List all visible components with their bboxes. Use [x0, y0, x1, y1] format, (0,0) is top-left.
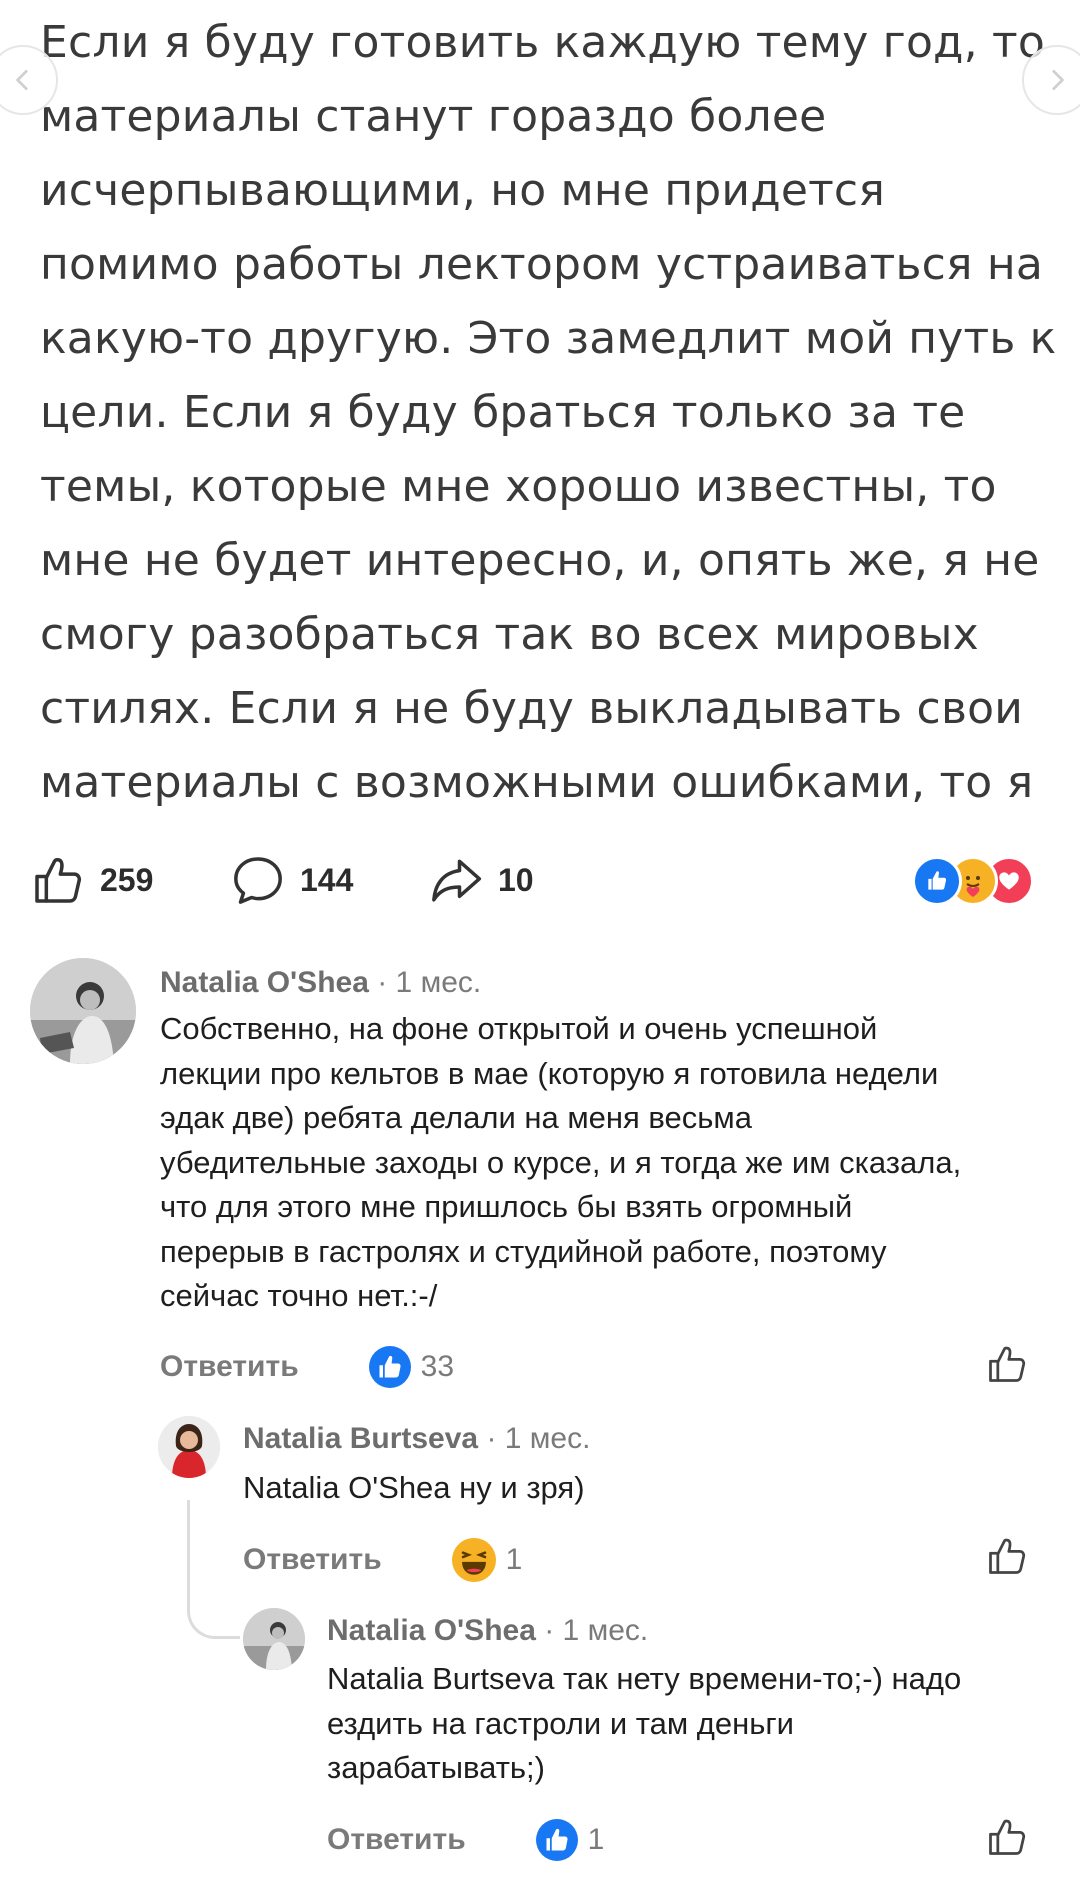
chevron-left-icon: [16, 69, 28, 91]
post-text-line: материалы станут гораздо более: [40, 91, 827, 142]
comment-line: лекции про кельтов в мае (которую я гото…: [160, 1055, 939, 1091]
share-arrow-icon: [432, 859, 482, 902]
comment-header: Natalia O'Shea · 1 мес.: [160, 966, 481, 1000]
avatar[interactable]: [158, 1416, 220, 1478]
post-text-line: Если я буду готовить каждую тему год, то: [40, 17, 1046, 68]
comment-line: Собственно, на фоне открытой и очень усп…: [160, 1011, 878, 1046]
thread-connector-line: [187, 1500, 240, 1639]
comment-like-button[interactable]: [985, 1534, 1029, 1578]
comment-line: Natalia O'Shea ну и зря): [243, 1470, 585, 1505]
comment-button[interactable]: 144: [230, 852, 353, 908]
comment-line: перерыв в гастролях и студийной работе, …: [160, 1233, 887, 1269]
comment-bubble-icon: [234, 857, 282, 904]
post-text-line: темы, которые мне хорошо известны, то: [40, 461, 997, 512]
post-text-line: смогу разобраться так во всех мировых: [40, 609, 979, 660]
avatar[interactable]: [30, 958, 136, 1064]
thumbs-up-icon: [35, 857, 82, 903]
avatar[interactable]: [243, 1608, 305, 1670]
comment-header: Natalia O'Shea · 1 мес.: [327, 1614, 648, 1648]
comment-footer: Ответить 1: [327, 1819, 604, 1861]
post-text-line: помимо работы лектором устраиваться на: [40, 239, 1044, 290]
comment-body: Natalia O'Shea ну и зря): [243, 1466, 585, 1511]
post-image-slide[interactable]: Если я буду готовить каждую тему год, то…: [0, 0, 1080, 820]
reply-button[interactable]: Ответить: [243, 1543, 382, 1577]
comment-time: · 1 мес.: [544, 1614, 649, 1647]
haha-icon: [451, 1538, 496, 1582]
shares-count: 10: [498, 861, 534, 898]
post-text-line: цели. Если я буду браться только за те: [40, 387, 966, 438]
likes-count: 259: [100, 861, 154, 898]
comment-line: сейчас точно нет.:-/: [160, 1278, 438, 1313]
like-icon: [368, 1346, 411, 1388]
comment-line: Natalia Burtseva так нету времени-то;-) …: [327, 1661, 962, 1696]
comment-time: · 1 мес.: [377, 966, 482, 999]
comment-line: убедительные заходы о курсе, и я тогда ж…: [160, 1144, 962, 1180]
reaction-count: 33: [420, 1350, 455, 1383]
comment-reactions[interactable]: 1: [451, 1538, 523, 1582]
comment-footer: Ответить 1: [243, 1538, 522, 1582]
comment-header: Natalia Burtseva · 1 мес.: [243, 1422, 590, 1456]
like-icon: [535, 1819, 578, 1861]
comments-count: 144: [300, 861, 354, 898]
post-text-line: какую-то другую. Это замедлит мой путь к: [40, 313, 1057, 364]
reaction-count: 1: [505, 1543, 523, 1576]
comment-body: Natalia Burtseva так нету времени-то;-) …: [327, 1657, 961, 1791]
comment-author[interactable]: Natalia O'Shea: [160, 966, 369, 999]
post-image-text: Если я буду готовить каждую тему год, то…: [40, 6, 1057, 820]
post-text-line: стилях. Если я не буду выкладывать свои: [40, 683, 1023, 734]
comment-line: что для этого мне пришлось бы взять огро…: [160, 1189, 853, 1224]
post-text-line: мне не будет интересно, и, опять же, я н…: [40, 535, 1040, 586]
comment-author[interactable]: Natalia O'Shea: [327, 1614, 536, 1647]
comment-body: Собственно, на фоне открытой и очень усп…: [160, 1007, 961, 1319]
comment-footer: Ответить 33: [160, 1346, 454, 1388]
comment-line: ездить на гастроли и там деньги: [327, 1705, 794, 1741]
comment-like-button[interactable]: [985, 1342, 1029, 1386]
reaction-count: 1: [587, 1823, 605, 1856]
comment-reactions[interactable]: 33: [368, 1346, 455, 1388]
reply-button[interactable]: Ответить: [160, 1350, 299, 1384]
reply-button[interactable]: Ответить: [327, 1823, 466, 1857]
comment-like-button[interactable]: [985, 1815, 1029, 1859]
comment-author[interactable]: Natalia Burtseva: [243, 1422, 478, 1455]
like-button[interactable]: 259: [30, 852, 153, 908]
chevron-right-icon: [1052, 69, 1064, 91]
post-text-line: исчерпывающими, но мне придется: [40, 165, 885, 216]
comment-time: · 1 мес.: [486, 1422, 591, 1455]
share-button[interactable]: 10: [428, 852, 534, 908]
post-action-bar: 259 144 10: [0, 840, 1080, 920]
comment-line: эдак две) ребята делали на меня весьма: [160, 1100, 752, 1135]
like-icon: [912, 856, 962, 906]
comment-line: зарабатывать;): [327, 1750, 545, 1785]
post-text-line: материалы с возможными ошибками, то я: [40, 757, 1034, 808]
reactions-summary[interactable]: [912, 856, 1042, 906]
comment-reactions[interactable]: 1: [535, 1819, 605, 1861]
